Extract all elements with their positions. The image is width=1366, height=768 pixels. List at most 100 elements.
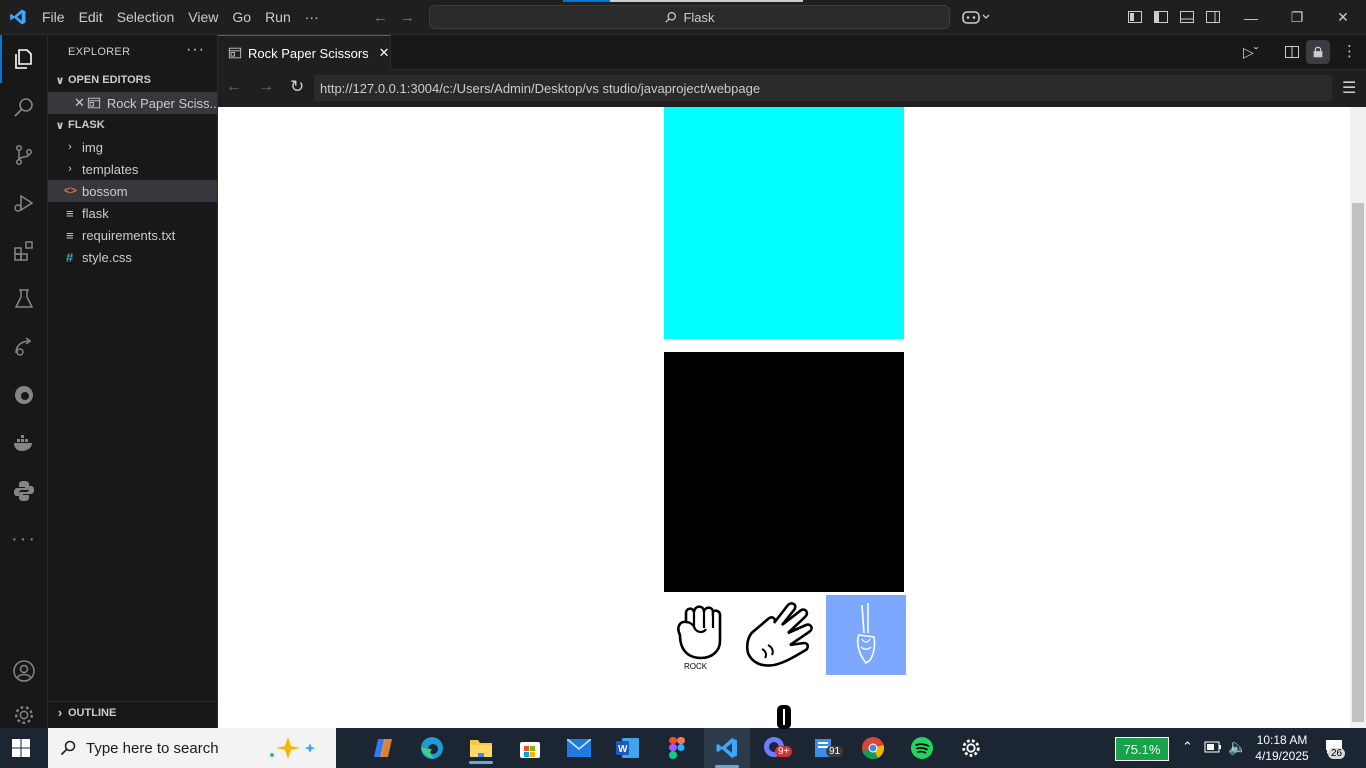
microsoft-store-icon[interactable]	[510, 732, 550, 764]
store-app-icon[interactable]: 91	[804, 732, 844, 764]
source-control-icon[interactable]	[0, 131, 48, 179]
toggle-panel-icon[interactable]	[1179, 9, 1195, 25]
taskbar-search-box[interactable]: Type here to search	[48, 728, 336, 768]
windows-start-icon[interactable]	[12, 739, 30, 760]
docker-icon[interactable]	[0, 419, 48, 467]
tree-item-style-css[interactable]: # style.css	[48, 246, 217, 268]
tab-label: Rock Paper Scissors	[248, 45, 369, 61]
copilot-app-icon[interactable]	[363, 732, 403, 764]
chevron-right-icon: ›	[68, 141, 72, 153]
preview-file-icon	[87, 96, 101, 110]
tree-item-requirements[interactable]: ≡ requirements.txt	[48, 224, 217, 246]
rock-choice-button[interactable]: ROCK	[662, 595, 742, 675]
progress-track	[610, 0, 803, 2]
run-debug-icon[interactable]	[0, 179, 48, 227]
flask-folder-section[interactable]: ∨ FLASK	[48, 114, 217, 136]
menu-edit[interactable]: Edit	[72, 0, 110, 35]
browser-forward-icon[interactable]: →	[258, 78, 274, 96]
search-icon[interactable]	[0, 83, 48, 131]
notification-badge: 9+	[775, 746, 793, 757]
customize-layout-icon[interactable]	[1127, 9, 1143, 25]
taskbar-search-placeholder: Type here to search	[86, 739, 219, 757]
tree-item-label: style.css	[82, 249, 132, 265]
player-choice-box	[664, 352, 904, 592]
more-actions-icon[interactable]: ⋮	[1342, 42, 1357, 60]
edge-devtools-icon[interactable]	[0, 371, 48, 419]
restore-button[interactable]: ❐	[1274, 0, 1320, 35]
tray-chevron-up-icon[interactable]: ⌃	[1182, 739, 1193, 755]
tree-item-templates[interactable]: › templates	[48, 158, 217, 180]
volume-icon[interactable]: 🔈	[1228, 738, 1247, 756]
url-input[interactable]: http://127.0.0.1:3004/c:/Users/Admin/Des…	[314, 75, 1332, 101]
settings-app-icon[interactable]	[951, 732, 991, 764]
browser-menu-icon[interactable]: ☰	[1342, 78, 1356, 98]
progress-accent	[563, 0, 610, 2]
title-bar: File Edit Selection View Go Run ··· ← → …	[0, 0, 1366, 35]
split-editor-icon[interactable]	[1284, 44, 1300, 63]
accounts-icon[interactable]	[0, 647, 48, 695]
command-center-search[interactable]: Flask	[429, 5, 950, 29]
open-editor-item[interactable]: ✕ Rock Paper Sciss...	[48, 92, 217, 114]
open-editors-section[interactable]: ∨ OPEN EDITORS	[48, 69, 217, 91]
chrome-icon[interactable]	[853, 732, 893, 764]
taskbar-clock[interactable]: 10:18 AM 4/19/2025	[1253, 732, 1311, 764]
close-editor-icon[interactable]: ✕	[74, 95, 85, 111]
menu-go[interactable]: Go	[225, 0, 258, 35]
menu-more[interactable]: ···	[298, 0, 326, 35]
back-arrow-icon[interactable]: ←	[373, 9, 388, 26]
explorer-icon[interactable]	[0, 35, 48, 83]
tree-item-label: requirements.txt	[82, 227, 176, 243]
open-editor-label: Rock Paper Sciss...	[106, 95, 217, 111]
spotify-icon[interactable]	[902, 732, 942, 764]
python-icon[interactable]	[0, 467, 48, 515]
minimize-button[interactable]: —	[1228, 0, 1274, 35]
close-tab-icon[interactable]: ✕	[379, 45, 390, 61]
clock-date: 4/19/2025	[1255, 749, 1309, 763]
webpage-preview: ROCK	[218, 107, 1366, 728]
menu-view[interactable]: View	[181, 0, 225, 35]
zoom-level-badge[interactable]: 75.1%	[1115, 737, 1169, 761]
battery-icon[interactable]	[1204, 741, 1222, 756]
preview-file-icon	[228, 46, 242, 60]
webpage-scrollbar-thumb[interactable]	[1352, 203, 1364, 722]
outline-section[interactable]: › OUTLINE	[48, 701, 217, 723]
outline-label: OUTLINE	[68, 706, 117, 719]
explorer-more-icon[interactable]: ···	[186, 41, 205, 59]
paper-choice-button[interactable]	[742, 595, 822, 675]
svg-text:W: W	[618, 744, 628, 755]
scissors-choice-button[interactable]	[826, 595, 906, 675]
search-highlight-icon	[266, 735, 322, 765]
run-file-icon[interactable]: ▷ˇ	[1243, 44, 1258, 61]
forward-arrow-icon[interactable]: →	[400, 9, 415, 26]
tree-item-img[interactable]: › img	[48, 136, 217, 158]
search-icon	[60, 740, 76, 756]
more-icon[interactable]: ···	[0, 515, 48, 563]
scissors-hand-icon	[856, 603, 876, 664]
browser-back-icon[interactable]: ←	[226, 78, 242, 96]
rock-label: ROCK	[684, 662, 708, 671]
text-file-icon: ≡	[66, 227, 74, 243]
close-window-button[interactable]: ✕	[1320, 0, 1366, 35]
remote-explorer-icon[interactable]	[0, 323, 48, 371]
lock-group-icon[interactable]	[1306, 40, 1330, 64]
figma-icon[interactable]	[657, 732, 697, 764]
toggle-sidebar-icon[interactable]	[1153, 9, 1169, 25]
edge-browser-icon[interactable]	[412, 732, 452, 764]
extensions-icon[interactable]	[0, 227, 48, 275]
tab-rock-paper-scissors[interactable]: Rock Paper Scissors ✕	[218, 35, 391, 70]
menu-run[interactable]: Run	[258, 0, 298, 35]
menu-selection[interactable]: Selection	[110, 0, 182, 35]
mail-icon[interactable]	[559, 732, 599, 764]
command-center-label: Flask	[683, 9, 715, 25]
tree-item-flask[interactable]: ≡ flask	[48, 202, 217, 224]
tree-item-bossom[interactable]: <> bossom	[48, 180, 217, 202]
word-icon[interactable]: W	[608, 732, 648, 764]
copilot-icon[interactable]	[962, 9, 992, 25]
browser-reload-icon[interactable]: ↻	[290, 77, 304, 97]
vscode-taskbar-icon[interactable]	[704, 728, 750, 768]
testing-icon[interactable]	[0, 275, 48, 323]
menu-file[interactable]: File	[35, 0, 72, 35]
chat-app-icon[interactable]: 9+	[755, 732, 795, 764]
file-explorer-icon[interactable]	[461, 732, 501, 764]
toggle-secondary-sidebar-icon[interactable]	[1205, 9, 1221, 25]
